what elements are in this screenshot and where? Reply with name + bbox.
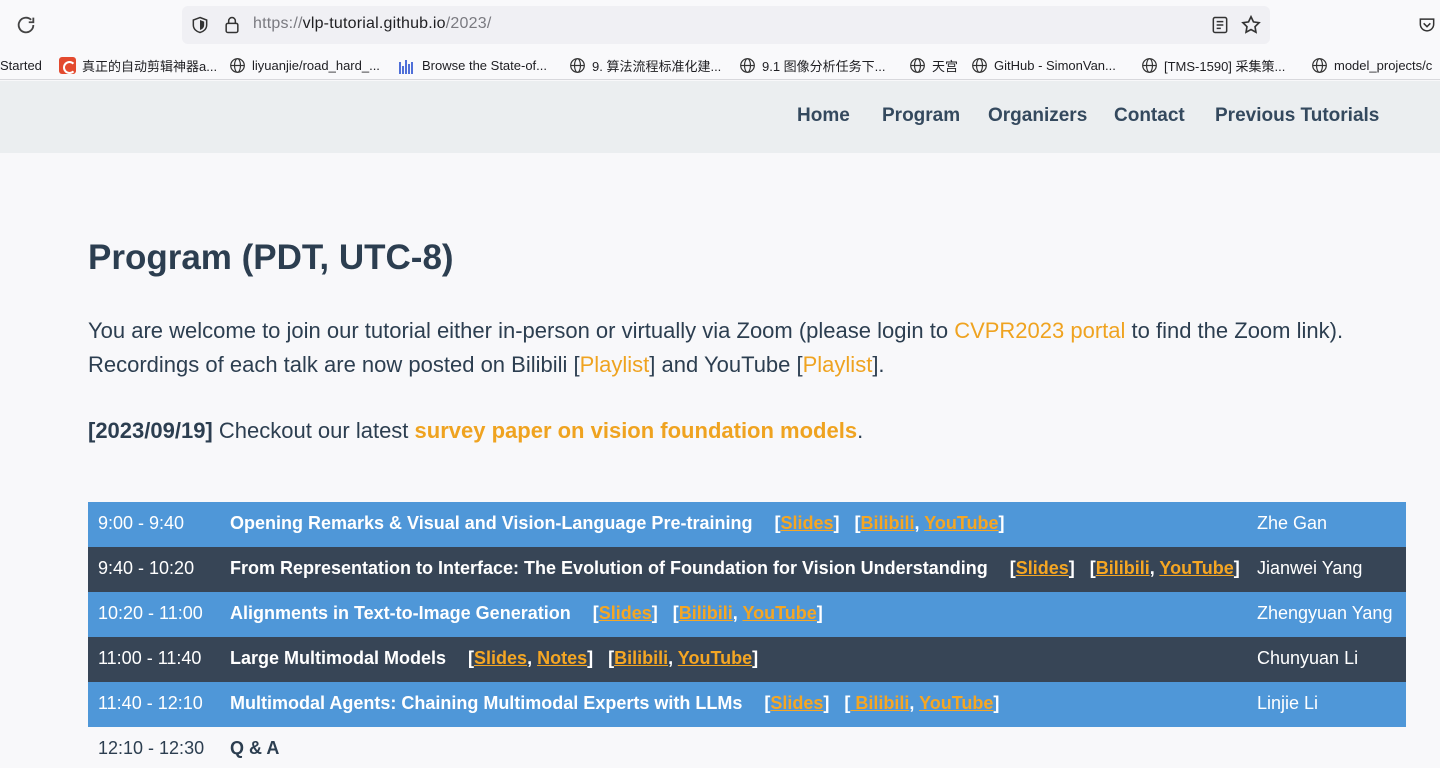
session-cell: Multimodal Agents: Chaining Multimodal E… xyxy=(230,693,999,714)
program-row: 12:10 - 12:30 Q & A xyxy=(88,727,1406,768)
session-speaker: Jianwei Yang xyxy=(1257,558,1363,578)
bilibili-link[interactable]: Bilibili xyxy=(679,603,733,623)
session-links: [Slides] [ Bilibili, YouTube] xyxy=(764,693,1000,713)
session-speaker: Zhe Gan xyxy=(1257,513,1328,533)
bilibili-link[interactable]: Bilibili xyxy=(850,693,909,713)
lock-icon[interactable] xyxy=(222,14,242,36)
bookmark-item[interactable]: [TMS-1590] 采集策... xyxy=(1141,55,1285,75)
shield-icon[interactable] xyxy=(190,14,210,36)
globe-icon xyxy=(1312,57,1327,73)
notes-link[interactable]: Notes xyxy=(537,648,587,668)
address-bar[interactable]: https://vlp-tutorial.github.io/2023/ xyxy=(182,6,1270,44)
session-links: [Slides] [Bilibili, YouTube] xyxy=(1009,558,1240,578)
cvpr-portal-link[interactable]: CVPR2023 portal xyxy=(954,318,1125,343)
site-navbar: Home Program Organizers Contact Previous… xyxy=(0,81,1440,153)
bookmark-item[interactable]: model_projects/c xyxy=(1311,55,1432,75)
bookmark-item[interactable]: Started xyxy=(0,55,42,75)
session-title: Alignments in Text-to-Image Generation xyxy=(230,603,571,623)
bookmark-item[interactable]: 9.1 图像分析任务下... xyxy=(739,55,886,75)
session-time: 11:40 - 12:10 xyxy=(98,693,203,713)
session-links: [Slides, Notes] [Bilibili, YouTube] xyxy=(468,648,759,668)
reader-view-icon[interactable] xyxy=(1210,15,1230,35)
globe-icon xyxy=(230,57,245,73)
globe-icon xyxy=(910,57,925,73)
session-cell: Q & A xyxy=(230,738,279,759)
news-line: [2023/09/19] Checkout our latest survey … xyxy=(88,416,863,446)
youtube-playlist-link[interactable]: Playlist xyxy=(803,352,873,377)
session-cell: Alignments in Text-to-Image Generation [S… xyxy=(230,603,823,624)
nav-program[interactable]: Program xyxy=(882,105,960,127)
intro-text: ]. xyxy=(872,352,885,377)
intro-paragraph: You are welcome to join our tutorial eit… xyxy=(88,314,1378,382)
reload-icon[interactable] xyxy=(15,14,37,36)
news-date: [2023/09/19] xyxy=(88,418,213,443)
bars-icon xyxy=(399,57,416,74)
youtube-link[interactable]: YouTube xyxy=(678,648,752,668)
survey-paper-link[interactable]: survey paper on vision foundation models xyxy=(415,418,858,443)
session-speaker: Linjie Li xyxy=(1257,693,1319,713)
slides-link[interactable]: Slides xyxy=(780,513,833,533)
bookmark-item[interactable]: 真正的自动剪辑神器a... xyxy=(59,55,217,75)
bookmark-item[interactable]: 9. 算法流程标准化建... xyxy=(569,55,721,75)
globe-icon xyxy=(570,57,585,73)
bilibili-playlist-link[interactable]: Playlist xyxy=(580,352,650,377)
session-title: Large Multimodal Models xyxy=(230,648,447,668)
bilibili-link[interactable]: Bilibili xyxy=(1096,558,1150,578)
session-title: From Representation to Interface: The Ev… xyxy=(230,558,988,578)
youtube-link[interactable]: YouTube xyxy=(1159,558,1233,578)
session-speaker: Chunyuan Li xyxy=(1257,648,1359,668)
session-time: 9:40 - 10:20 xyxy=(98,558,195,578)
program-row: 9:40 - 10:20 From Representation to Inter… xyxy=(88,547,1406,592)
youtube-link[interactable]: YouTube xyxy=(919,693,993,713)
globe-icon xyxy=(972,57,987,73)
session-time: 10:20 - 11:00 xyxy=(98,603,203,623)
bookmark-item[interactable]: 天宫 xyxy=(909,55,958,75)
session-time: 11:00 - 11:40 xyxy=(98,648,202,668)
session-title: Q & A xyxy=(230,738,280,758)
session-links: [Slides] [Bilibili, YouTube] xyxy=(592,603,823,623)
pocket-icon[interactable] xyxy=(1417,15,1437,35)
globe-icon xyxy=(740,57,755,73)
session-cell: Opening Remarks & Visual and Vision-Lang… xyxy=(230,513,1005,534)
news-text: Checkout our latest xyxy=(212,418,415,443)
page-title: Program (PDT, UTC-8) xyxy=(88,238,454,277)
session-links: [Slides] [Bilibili, YouTube] xyxy=(774,513,1005,533)
session-speaker: Zhengyuan Yang xyxy=(1257,603,1393,623)
program-table: 9:00 - 9:40 Opening Remarks & Visual and … xyxy=(88,502,1406,768)
nav-contact[interactable]: Contact xyxy=(1114,105,1185,127)
session-title: Multimodal Agents: Chaining Multimodal E… xyxy=(230,693,743,713)
slides-link[interactable]: Slides xyxy=(474,648,527,668)
url-text[interactable]: https://vlp-tutorial.github.io/2023/ xyxy=(253,15,491,33)
globe-icon xyxy=(1142,57,1157,73)
session-time: 12:10 - 12:30 xyxy=(98,738,205,758)
intro-text: ] and YouTube [ xyxy=(649,352,803,377)
youtube-link[interactable]: YouTube xyxy=(742,603,816,623)
slides-link[interactable]: Slides xyxy=(1016,558,1069,578)
session-cell: From Representation to Interface: The Ev… xyxy=(230,558,1240,579)
bilibili-link[interactable]: Bilibili xyxy=(614,648,668,668)
bookmarks-bar: Started 真正的自动剪辑神器a... liyuanjie/road_har… xyxy=(0,50,1440,80)
bilibili-link[interactable]: Bilibili xyxy=(861,513,915,533)
slides-link[interactable]: Slides xyxy=(599,603,652,623)
bookmark-star-icon[interactable] xyxy=(1240,14,1262,36)
program-row: 11:00 - 11:40 Large Multimodal Models [Sli… xyxy=(88,637,1406,682)
session-cell: Large Multimodal Models [Slides, Notes] [… xyxy=(230,648,758,669)
bookmark-item[interactable]: Browse the State-of... xyxy=(399,55,547,75)
program-row: 9:00 - 9:40 Opening Remarks & Visual and … xyxy=(88,502,1406,547)
news-text: . xyxy=(857,418,864,443)
youtube-link[interactable]: YouTube xyxy=(924,513,998,533)
app-red-icon xyxy=(59,56,76,74)
program-row: 11:40 - 12:10 Multimodal Agents: Chaining… xyxy=(88,682,1406,727)
intro-text: You are welcome to join our tutorial eit… xyxy=(88,318,955,343)
session-time: 9:00 - 9:40 xyxy=(98,513,185,533)
program-row: 10:20 - 11:00 Alignments in Text-to-Image… xyxy=(88,592,1406,637)
browser-toolbar: https://vlp-tutorial.github.io/2023/ xyxy=(0,0,1440,50)
bookmark-item[interactable]: liyuanjie/road_hard_... xyxy=(229,55,380,75)
bookmark-item[interactable]: GitHub - SimonVan... xyxy=(971,55,1116,75)
slides-link[interactable]: Slides xyxy=(770,693,823,713)
nav-organizers[interactable]: Organizers xyxy=(988,105,1087,127)
nav-home[interactable]: Home xyxy=(797,105,850,127)
nav-previous-tutorials[interactable]: Previous Tutorials xyxy=(1215,105,1379,127)
session-title: Opening Remarks & Visual and Vision-Lang… xyxy=(230,513,753,533)
